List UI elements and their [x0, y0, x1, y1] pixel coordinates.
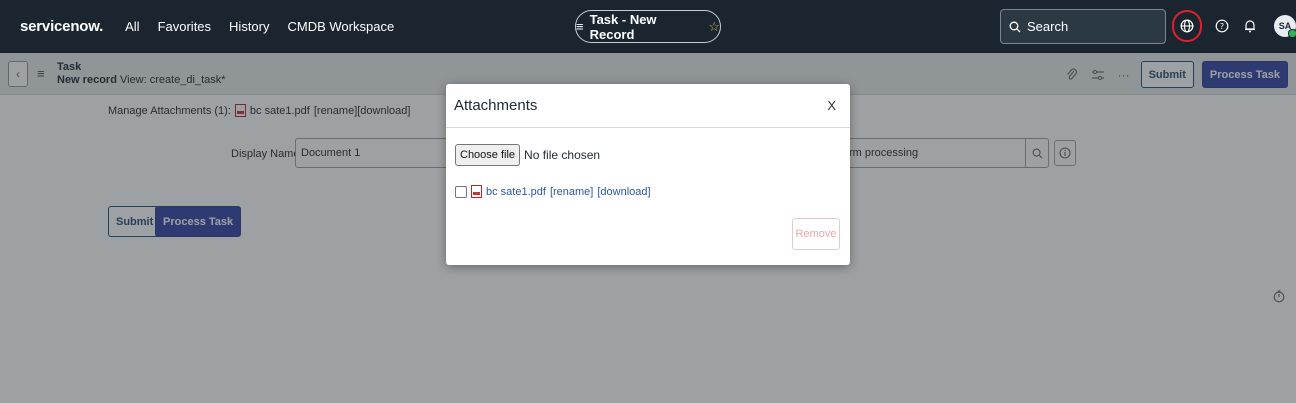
menu-icon: ≡	[576, 19, 584, 34]
close-icon[interactable]: X	[827, 98, 836, 113]
globe-button[interactable]	[1172, 10, 1202, 42]
attachment-row: bc sate1.pdf [rename] [download]	[455, 185, 651, 198]
top-navigation-bar: servicenow. All Favorites History CMDB W…	[0, 0, 1296, 53]
nav-link-cmdb-workspace[interactable]: CMDB Workspace	[288, 19, 395, 34]
nav-link-history[interactable]: History	[229, 19, 269, 34]
modal-header: Attachments X	[446, 84, 850, 128]
attachment-checkbox[interactable]	[455, 185, 467, 198]
no-file-chosen-text: No file chosen	[524, 148, 601, 162]
context-pill[interactable]: ≡ Task - New Record ☆	[575, 10, 721, 43]
attachment-file-link[interactable]: bc sate1.pdf	[486, 186, 546, 198]
attachments-modal: Attachments X Choose file No file chosen…	[446, 84, 850, 265]
pdf-file-icon	[471, 185, 482, 198]
servicenow-logo[interactable]: servicenow.	[20, 18, 103, 35]
globe-icon	[1180, 19, 1194, 33]
nav-link-favorites[interactable]: Favorites	[158, 19, 211, 34]
download-link[interactable]: [download]	[597, 186, 650, 198]
bell-icon[interactable]	[1242, 18, 1258, 34]
context-pill-label: Task - New Record	[589, 11, 657, 42]
svg-text:?: ?	[1220, 22, 1224, 31]
search-input[interactable]	[1027, 19, 1147, 34]
search-icon	[1009, 21, 1021, 32]
user-avatar[interactable]: SA	[1274, 15, 1296, 38]
global-search[interactable]	[1000, 9, 1166, 44]
nav-link-all[interactable]: All	[125, 19, 139, 34]
nav-links: All Favorites History CMDB Workspace	[125, 19, 394, 34]
help-icon[interactable]: ?	[1214, 18, 1230, 34]
rename-link[interactable]: [rename]	[550, 186, 593, 198]
modal-title: Attachments	[454, 97, 538, 114]
top-icons: ? SA	[1172, 10, 1296, 42]
choose-file-button[interactable]: Choose file	[455, 144, 521, 166]
remove-button[interactable]: Remove	[792, 218, 840, 250]
file-picker: Choose file No file chosen	[455, 144, 600, 166]
star-icon[interactable]: ☆	[708, 19, 720, 35]
